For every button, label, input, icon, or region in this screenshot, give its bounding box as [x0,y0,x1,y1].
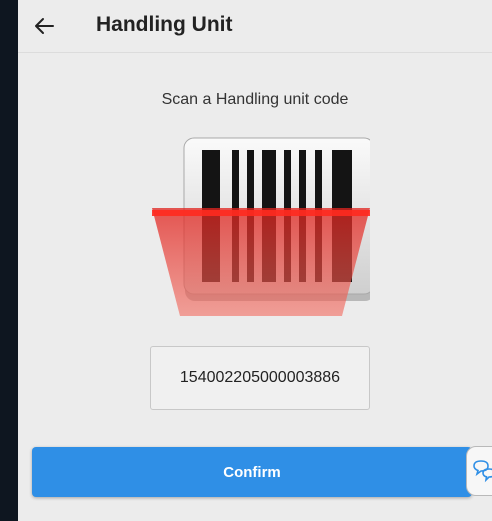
scan-instruction: Scan a Handling unit code [161,91,349,108]
handling-unit-screen: Handling Unit Scan a Handling unit code [18,0,492,521]
chat-button[interactable] [466,446,492,496]
barcode-scanner-icon[interactable] [152,128,370,328]
back-arrow-icon [35,18,54,34]
app-bar: Handling Unit [18,0,492,53]
confirm-button[interactable]: Confirm [32,447,472,497]
chat-bubbles-icon [473,460,492,483]
page-title: Handling Unit [96,13,233,36]
handling-unit-code-field[interactable]: 154002205000003886 [150,346,370,410]
back-button[interactable] [24,6,64,46]
